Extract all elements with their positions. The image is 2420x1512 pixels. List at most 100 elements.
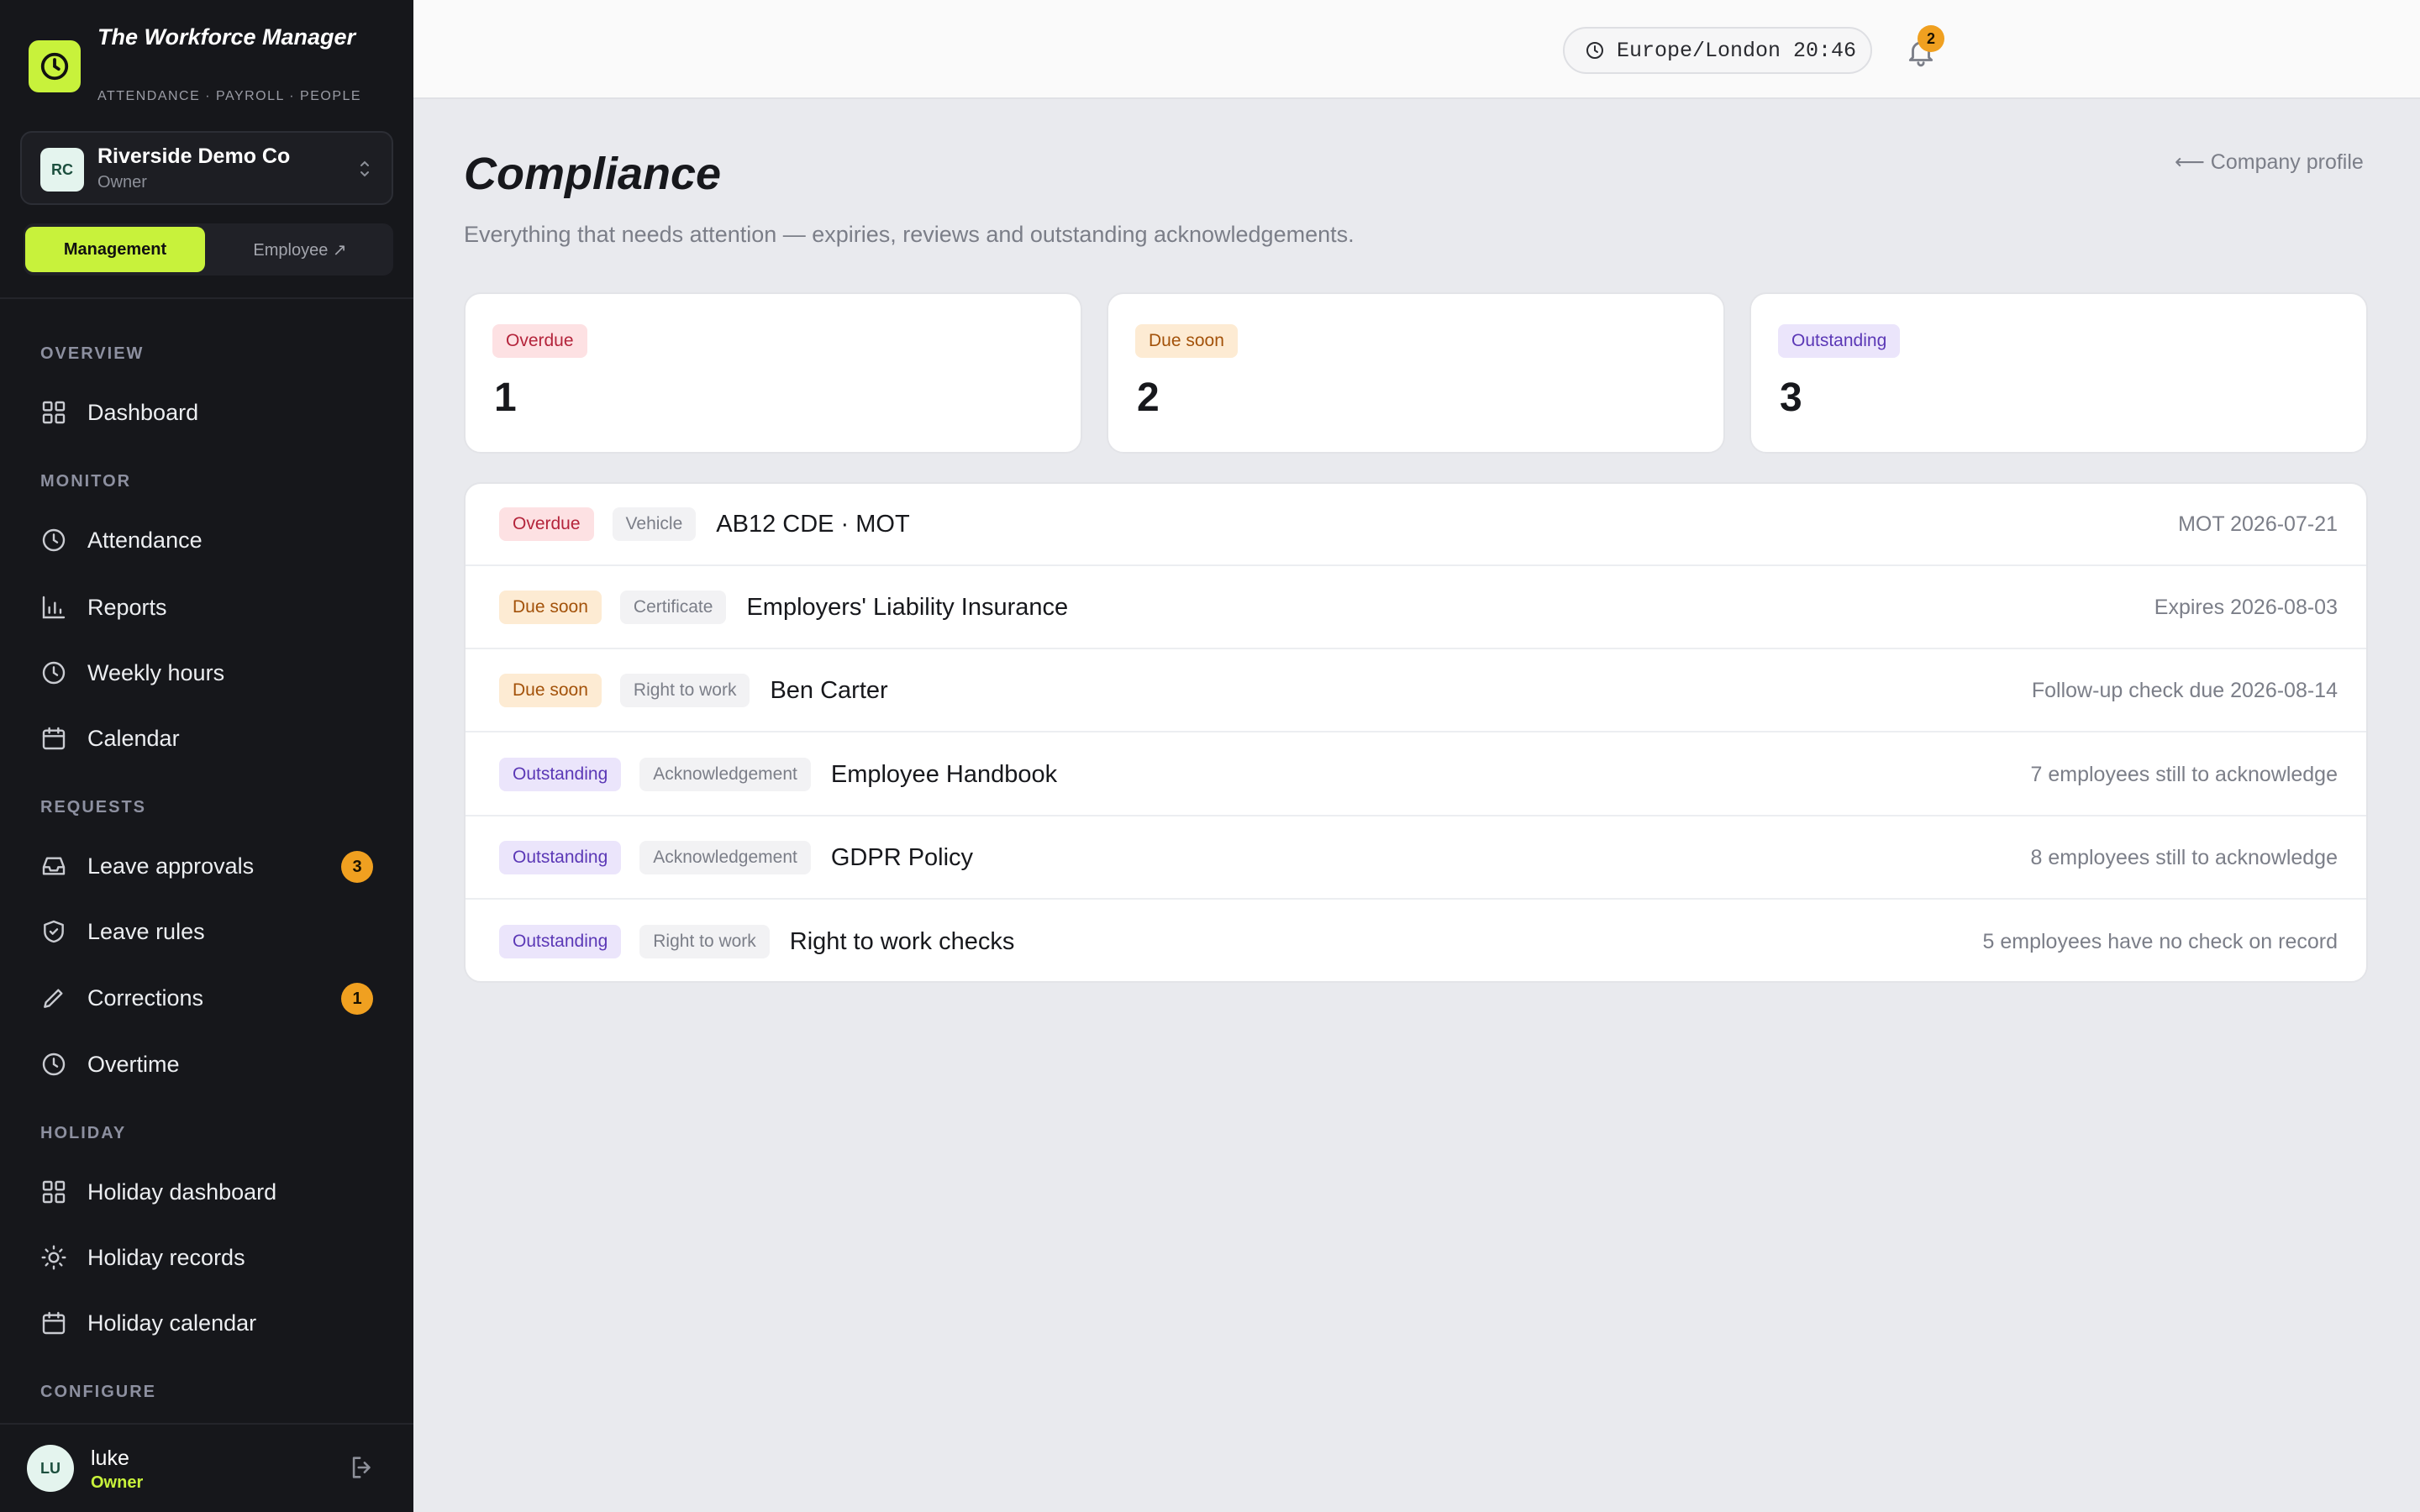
grid-icon <box>39 1177 69 1207</box>
status-badge: Outstanding <box>499 758 622 791</box>
user-bar: LU luke Owner <box>0 1423 413 1512</box>
item-title: Employee Handbook <box>830 760 1058 788</box>
list-item[interactable]: Outstanding Acknowledgement Employee Han… <box>466 734 2366 816</box>
nav-section-requests: REQUESTS <box>40 798 147 816</box>
sidebar-item-holiday-calendar[interactable]: Holiday calendar <box>24 1295 390 1351</box>
list-item[interactable]: Outstanding Right to work Right to work … <box>466 900 2366 981</box>
sidebar-item-label: Holiday dashboard <box>87 1179 277 1205</box>
summary-card-due-soon: Due soon 2 <box>1107 292 1725 454</box>
category-badge: Acknowledgement <box>639 758 811 791</box>
sidebar: The Workforce Manager ATTENDANCE · PAYRO… <box>0 0 413 1512</box>
list-item[interactable]: Outstanding Acknowledgement GDPR Policy … <box>466 817 2366 900</box>
sidebar-item-label: Overtime <box>87 1051 180 1077</box>
sun-icon <box>39 1242 69 1273</box>
sidebar-item-calendar[interactable]: Calendar <box>24 711 390 766</box>
summary-count: 3 <box>1780 375 1802 420</box>
grid-icon <box>39 397 69 428</box>
company-profile-link[interactable]: ⟵ Company profile <box>2175 150 2364 175</box>
sidebar-item-label: Leave approvals <box>87 853 255 879</box>
notification-count-badge: 2 <box>1918 25 1944 52</box>
sidebar-item-weekly-hours[interactable]: Weekly hours <box>24 645 390 701</box>
shield-icon <box>39 916 69 947</box>
category-badge: Certificate <box>619 591 727 624</box>
company-avatar: RC <box>40 148 84 192</box>
list-item[interactable]: Due soon Right to work Ben Carter Follow… <box>466 650 2366 732</box>
status-badge: Overdue <box>492 324 587 358</box>
chevron-up-down-icon <box>358 158 371 181</box>
item-title: Right to work checks <box>789 927 1015 955</box>
item-meta: Expires 2026-08-03 <box>2154 595 2338 619</box>
sidebar-item-leave-rules[interactable]: Leave rules <box>24 904 390 959</box>
sidebar-item-dashboard[interactable]: Dashboard <box>24 385 390 440</box>
logout-icon[interactable] <box>348 1453 376 1486</box>
user-name: luke <box>91 1446 129 1470</box>
brand[interactable]: The Workforce Manager ATTENDANCE · PAYRO… <box>29 24 398 108</box>
calendar-icon <box>39 723 69 753</box>
sidebar-item-label: Calendar <box>87 725 180 751</box>
category-badge: Acknowledgement <box>639 841 811 874</box>
avatar[interactable]: LU <box>27 1445 74 1492</box>
compliance-list: Overdue Vehicle AB12 CDE · MOT MOT 2026-… <box>464 482 2368 983</box>
timezone-clock[interactable]: Europe/London 20:46 <box>1563 27 1872 74</box>
category-badge: Right to work <box>639 925 770 958</box>
item-title: AB12 CDE · MOT <box>716 510 910 538</box>
summary-card-overdue: Overdue 1 <box>464 292 1082 454</box>
page-subtitle: Everything that needs attention — expiri… <box>464 222 1355 247</box>
status-badge: Due soon <box>499 591 602 624</box>
clock-icon <box>39 525 69 555</box>
item-title: Ben Carter <box>770 676 888 704</box>
nav-section-configure: CONFIGURE <box>40 1383 156 1401</box>
list-item[interactable]: Overdue Vehicle AB12 CDE · MOT MOT 2026-… <box>466 484 2366 566</box>
nav-section-overview: OVERVIEW <box>40 344 145 363</box>
sidebar-item-attendance[interactable]: Attendance <box>24 512 390 568</box>
nav-section-holiday: HOLIDAY <box>40 1124 127 1142</box>
category-badge: Right to work <box>619 674 750 707</box>
corrections-count-badge: 1 <box>341 983 373 1015</box>
item-meta: Follow-up check due 2026-08-14 <box>2031 678 2338 702</box>
sidebar-item-holiday-dashboard[interactable]: Holiday dashboard <box>24 1164 390 1220</box>
brand-title: The Workforce Manager <box>97 24 356 50</box>
employee-mode-button[interactable]: Employee ↗ <box>210 227 390 272</box>
status-badge: Outstanding <box>499 925 622 958</box>
sidebar-item-label: Corrections <box>87 984 204 1011</box>
sidebar-item-holiday-records[interactable]: Holiday records <box>24 1230 390 1285</box>
sidebar-item-label: Dashboard <box>87 399 199 425</box>
sidebar-item-label: Weekly hours <box>87 659 225 685</box>
summary-count: 2 <box>1137 375 1160 420</box>
item-meta: 8 employees still to acknowledge <box>2030 845 2338 869</box>
clock-icon <box>1585 40 1605 60</box>
status-badge: Outstanding <box>499 841 622 874</box>
status-badge: Overdue <box>499 507 594 541</box>
management-mode-button[interactable]: Management <box>25 227 205 272</box>
sidebar-item-corrections[interactable]: Corrections 1 <box>24 970 390 1026</box>
calendar-icon <box>39 1308 69 1338</box>
clock-icon <box>39 1049 69 1079</box>
company-switcher[interactable]: RC Riverside Demo Co Owner <box>20 131 393 205</box>
sidebar-item-label: Holiday calendar <box>87 1310 257 1336</box>
user-role: Owner <box>91 1473 144 1492</box>
list-item[interactable]: Due soon Certificate Employers' Liabilit… <box>466 567 2366 649</box>
sidebar-item-label: Reports <box>87 594 167 620</box>
top-bar <box>413 0 2420 99</box>
sidebar-item-label: Holiday records <box>87 1244 245 1270</box>
brand-subtitle: ATTENDANCE · PAYROLL · PEOPLE <box>97 89 362 103</box>
item-title: GDPR Policy <box>830 843 974 871</box>
mode-switch: Management Employee ↗ <box>24 223 393 276</box>
inbox-icon <box>39 851 69 881</box>
clock-logo-icon <box>29 40 81 92</box>
sidebar-item-overtime[interactable]: Overtime <box>24 1037 390 1092</box>
sidebar-item-reports[interactable]: Reports <box>24 580 390 635</box>
status-badge: Due soon <box>499 674 602 707</box>
clock-icon <box>39 658 69 688</box>
pencil-icon <box>39 983 69 1013</box>
bar-chart-icon <box>39 592 69 622</box>
page-title: Compliance <box>464 149 722 199</box>
summary-card-outstanding: Outstanding 3 <box>1749 292 2368 454</box>
item-meta: MOT 2026-07-21 <box>2178 512 2338 536</box>
status-badge: Due soon <box>1135 324 1238 358</box>
summary-count: 1 <box>494 375 517 420</box>
sidebar-item-leave-approvals[interactable]: Leave approvals 3 <box>24 838 390 894</box>
item-meta: 7 employees still to acknowledge <box>2030 762 2338 786</box>
sidebar-item-label: Leave rules <box>87 918 205 944</box>
item-meta: 5 employees have no check on record <box>1982 929 2338 953</box>
